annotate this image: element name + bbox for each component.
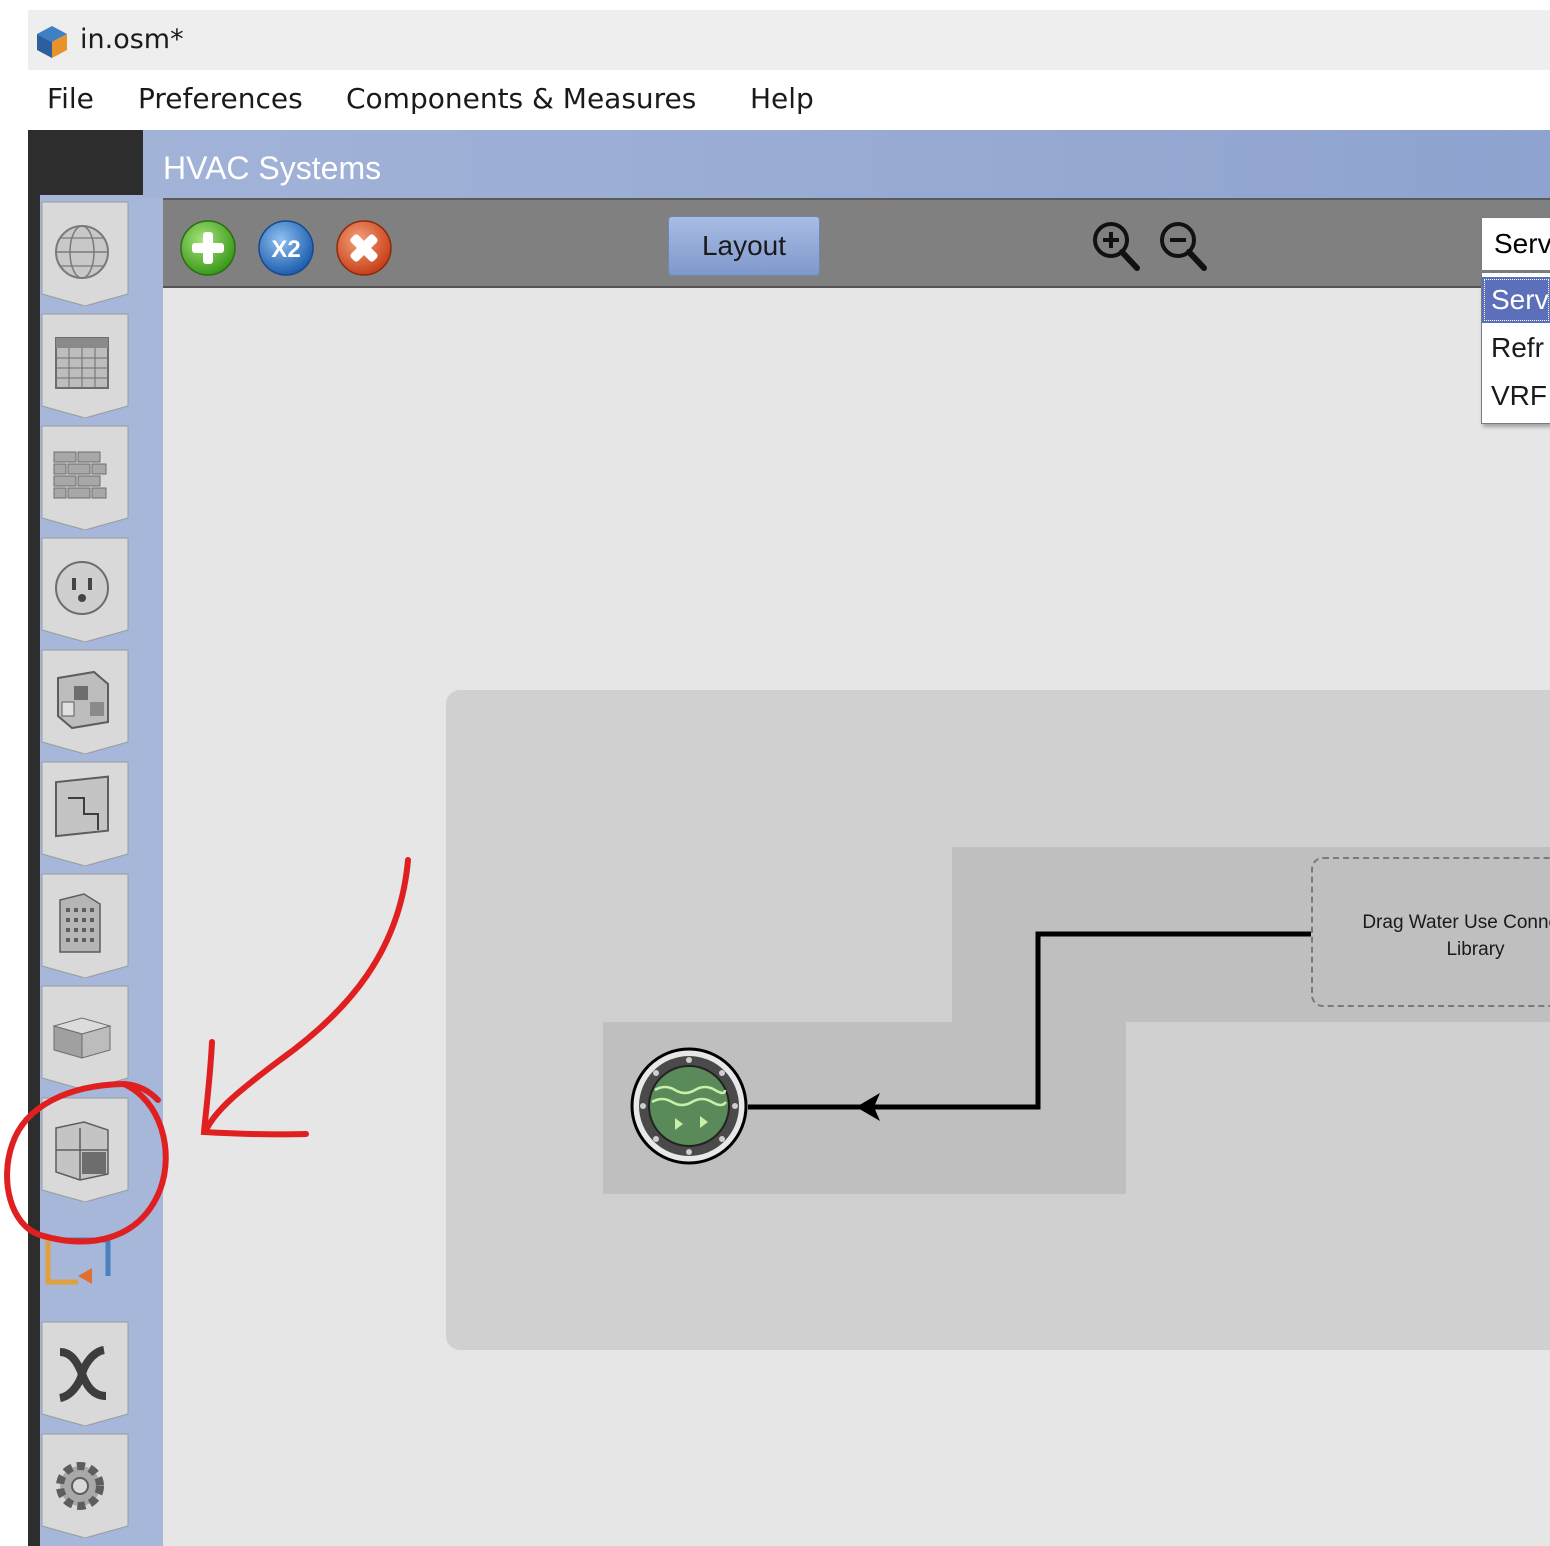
space-types-icon: [41, 649, 129, 755]
dropdown-option-serv[interactable]: Serv: [1482, 277, 1550, 323]
globe-icon: [41, 201, 129, 307]
tab-thermal-zones[interactable]: [38, 1094, 132, 1203]
building-icon: [41, 873, 129, 979]
supply-side-area: [603, 1022, 1126, 1194]
calendar-icon: [41, 313, 129, 419]
drop-zone-line1: Drag Water Use Connectio: [1362, 912, 1550, 933]
duplicate-label: X2: [271, 236, 300, 263]
menu-help[interactable]: Help: [750, 82, 814, 115]
add-icon[interactable]: [179, 219, 237, 277]
duplicate-x2-icon: X2: [258, 220, 314, 276]
menu-file[interactable]: File: [47, 82, 94, 115]
gear-icon: [41, 1433, 129, 1539]
dropdown-option-vrf[interactable]: VRF: [1482, 373, 1550, 419]
tab-spaces[interactable]: [38, 982, 132, 1091]
variables-icon: [41, 1321, 129, 1427]
duplicate-button[interactable]: X2: [257, 219, 315, 277]
dropdown-option-refr[interactable]: Refr: [1482, 325, 1550, 371]
tab-space-types[interactable]: [38, 646, 132, 755]
drop-zone-text: Drag Water Use Connectio Library: [1313, 909, 1550, 963]
window-title: in.osm*: [80, 24, 184, 55]
loop-area-connector: [952, 1020, 1126, 1024]
hvac-systems-icon: [42, 1210, 128, 1314]
loop-dropdown-list: Serv Refr VRF: [1481, 272, 1550, 424]
menu-preferences[interactable]: Preferences: [138, 82, 303, 115]
power-outlet-icon: [41, 537, 129, 643]
hvac-toolbar: X2 Layout Serv: [163, 198, 1550, 288]
app-logo-icon: [37, 26, 67, 58]
title-bar: in.osm*: [28, 10, 1550, 70]
menu-bar: File Preferences Components & Measures H…: [28, 70, 1550, 130]
menu-components-measures[interactable]: Components & Measures: [346, 82, 696, 115]
delete-icon[interactable]: [335, 219, 393, 277]
zoom-out-icon[interactable]: [1156, 218, 1210, 274]
main-left-border: [143, 198, 163, 1546]
brick-wall-icon: [41, 425, 129, 531]
tab-site[interactable]: [38, 198, 132, 307]
zoom-in-icon[interactable]: [1089, 218, 1143, 274]
tab-geometry[interactable]: [38, 758, 132, 867]
drop-zone-line2: Library: [1446, 939, 1505, 960]
tab-schedules[interactable]: [38, 310, 132, 419]
spaces-box-icon: [41, 985, 129, 1091]
tab-hvac-systems[interactable]: [38, 1206, 132, 1314]
tab-simulation-settings[interactable]: [38, 1430, 132, 1539]
water-use-drop-zone[interactable]: Drag Water Use Connectio Library: [1311, 857, 1550, 1007]
loop-selector[interactable]: Serv: [1481, 217, 1550, 271]
tab-facility[interactable]: [38, 870, 132, 979]
thermal-zones-icon: [41, 1097, 129, 1203]
tab-constructions[interactable]: [38, 422, 132, 531]
main-header: HVAC Systems: [143, 130, 1550, 198]
geometry-icon: [41, 761, 129, 867]
page-title: HVAC Systems: [163, 150, 382, 186]
layout-button[interactable]: Layout: [668, 216, 820, 276]
tab-output-variables[interactable]: [38, 1318, 132, 1427]
tab-loads[interactable]: [38, 534, 132, 643]
